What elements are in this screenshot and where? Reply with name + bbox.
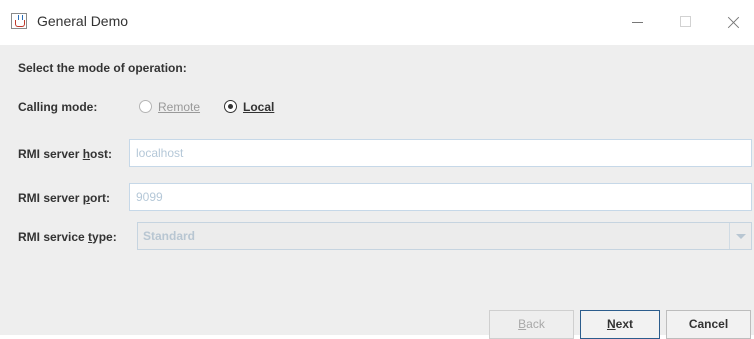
close-icon[interactable]	[722, 10, 750, 34]
rmi-host-label: RMI server host:	[18, 147, 113, 161]
section-heading: Select the mode of operation:	[18, 61, 187, 75]
rmi-service-type-value: Standard	[143, 229, 196, 243]
dialog-content: Select the mode of operation: Calling mo…	[0, 45, 754, 339]
combo-arrow-button[interactable]	[729, 223, 751, 249]
radio-local-label: Local	[243, 100, 275, 114]
rmi-service-type-select[interactable]: Standard	[137, 222, 752, 250]
radio-remote[interactable]	[139, 100, 152, 113]
minimize-icon[interactable]	[624, 10, 652, 34]
title-bar[interactable]: General Demo	[0, 0, 754, 45]
java-cup-icon	[11, 13, 27, 29]
window-title: General Demo	[37, 13, 129, 29]
rmi-host-input[interactable]: localhost	[129, 139, 752, 167]
calling-mode-label: Calling mode:	[18, 100, 98, 114]
chevron-down-icon	[736, 234, 746, 239]
maximize-icon[interactable]	[672, 10, 700, 34]
radio-local[interactable]	[224, 100, 237, 113]
radio-remote-label: Remote	[158, 100, 201, 114]
rmi-port-label: RMI server port:	[18, 191, 111, 205]
rmi-port-input[interactable]: 9099	[129, 183, 752, 211]
rmi-service-type-label: RMI service type:	[18, 230, 117, 244]
